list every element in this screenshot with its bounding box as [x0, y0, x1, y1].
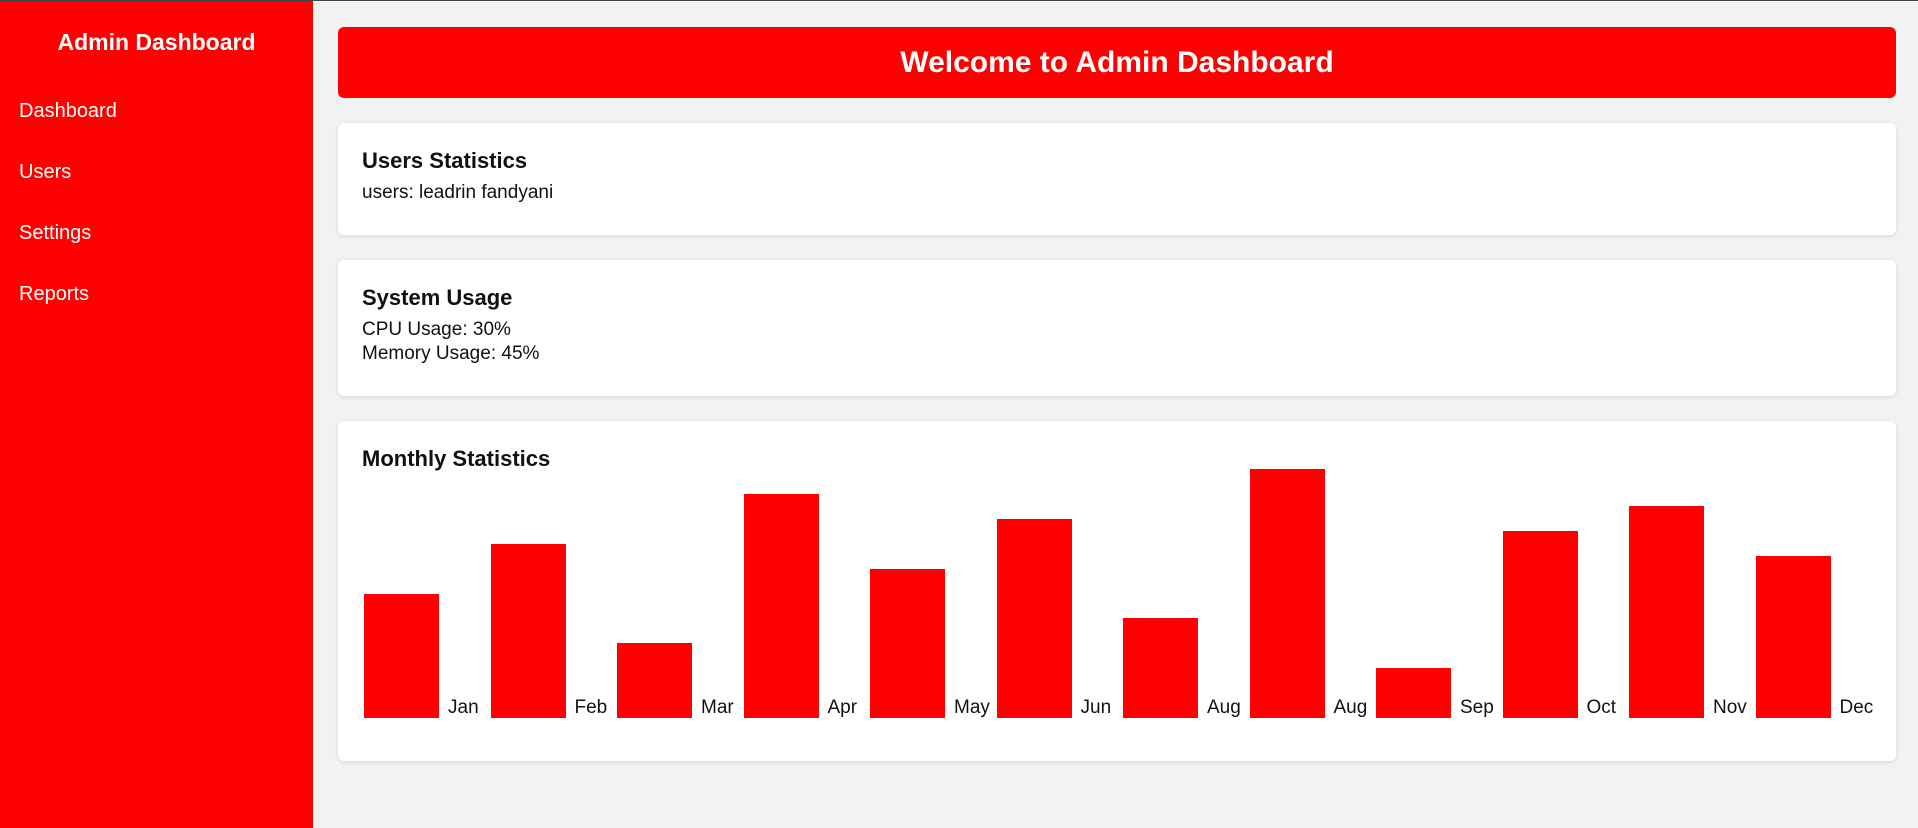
chart-x-label: Dec: [1839, 697, 1874, 718]
users-statistics-title: Users Statistics: [362, 148, 528, 173]
chart-x-label: Aug: [1333, 697, 1368, 718]
sidebar-item-settings[interactable]: Settings: [0, 221, 313, 245]
chart-x-label: Jan: [448, 697, 479, 718]
cpu-usage-text: CPU Usage: 30%: [362, 319, 511, 340]
page-title: Welcome to Admin Dashboard: [900, 45, 1334, 79]
chart-bar: [490, 543, 566, 718]
chart-x-label: Nov: [1713, 697, 1747, 718]
chart-bar: [1755, 556, 1831, 718]
chart-bar: [617, 643, 692, 718]
chart-x-label: May: [954, 697, 990, 718]
sidebar-item-users[interactable]: Users: [0, 160, 313, 184]
chart-bar: [870, 568, 945, 718]
chart-bar: [743, 493, 819, 718]
monthly-statistics-card: Monthly Statistics Jan Feb Mar Apr May Jun Aug…: [338, 421, 1896, 761]
system-usage-card: System Usage CPU Usage: 30% Memory Usage…: [338, 260, 1896, 396]
chart-x-label: Aug: [1207, 697, 1241, 718]
chart-x-label: Jun: [1080, 697, 1112, 718]
monthly-bar-chart: Jan Feb Mar Apr May Jun Aug Aug Sep Oct Nov Dec: [362, 469, 1874, 728]
sidebar-item-dashboard[interactable]: Dashboard: [0, 99, 313, 123]
chart-x-label: Feb: [574, 697, 608, 718]
chart-bar: [364, 593, 439, 718]
chart-x-label: Sep: [1460, 697, 1494, 718]
chart-bar: [1249, 469, 1325, 718]
welcome-banner: Welcome to Admin Dashboard: [338, 27, 1896, 98]
sidebar: Admin Dashboard Dashboard Users Settings…: [0, 1, 313, 828]
sidebar-item-reports[interactable]: Reports: [0, 282, 313, 306]
sidebar-nav: Dashboard Users Settings Reports: [0, 99, 313, 306]
system-usage-title: System Usage: [362, 285, 513, 310]
chart-bar: [996, 518, 1072, 718]
chart-bar: [1123, 618, 1198, 718]
memory-usage-text: Memory Usage: 45%: [362, 343, 540, 364]
chart-bar: [1376, 668, 1451, 718]
chart-x-label: Oct: [1586, 697, 1617, 718]
monthly-statistics-title: Monthly Statistics: [362, 446, 551, 471]
users-statistics-text: users: leadrin fandyani: [362, 182, 554, 203]
main-content: Welcome to Admin Dashboard Users Statist…: [338, 27, 1896, 761]
chart-bar: [1629, 506, 1704, 718]
chart-x-label: Apr: [827, 697, 858, 718]
users-statistics-card: Users Statistics users: leadrin fandyani: [338, 123, 1896, 235]
sidebar-title: Admin Dashboard: [57, 29, 256, 55]
chart-bar: [1502, 531, 1578, 718]
chart-x-label: Mar: [701, 697, 734, 718]
